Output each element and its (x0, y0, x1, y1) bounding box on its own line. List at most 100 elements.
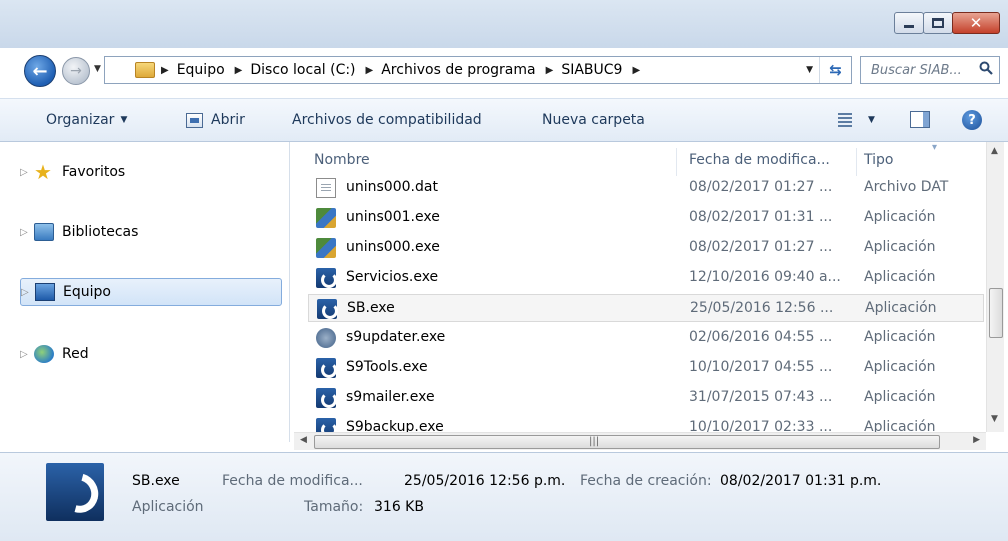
views-icon[interactable] (838, 113, 852, 127)
history-dropdown-icon[interactable]: ▼ (94, 64, 101, 74)
details-pane: SB.exe Aplicación Fecha de modifica... 2… (0, 452, 1008, 541)
search-placeholder: Buscar SIAB... (871, 62, 962, 78)
sidebar-item-favoritos[interactable]: ▷ ★ Favoritos (20, 158, 282, 186)
open-button[interactable]: Abrir (186, 112, 245, 128)
breadcrumb-equipo[interactable]: Equipo (177, 62, 225, 78)
table-row[interactable]: Servicios.exe 12/10/2016 09:40 a... Apli… (308, 264, 984, 292)
scroll-up-icon[interactable]: ▲ (991, 146, 998, 156)
libraries-icon (34, 223, 54, 241)
sidebar-item-label: Equipo (63, 284, 111, 300)
preview-pane-icon[interactable] (910, 111, 930, 128)
chevron-right-icon[interactable]: ▶ (632, 65, 640, 76)
new-folder-label: Nueva carpeta (542, 112, 645, 128)
sidebar-item-label: Favoritos (62, 164, 126, 180)
sidebar-item-bibliotecas[interactable]: ▷ Bibliotecas (20, 218, 282, 246)
column-header-date[interactable]: Fecha de modifica... (689, 152, 830, 168)
grip-icon: ||| (589, 436, 600, 447)
compatibility-files-button[interactable]: Archivos de compatibilidad (292, 112, 482, 128)
back-button[interactable]: ← (24, 55, 56, 87)
compatibility-files-label: Archivos de compatibilidad (292, 112, 482, 128)
maximize-icon (932, 18, 944, 28)
table-row[interactable]: unins001.exe 08/02/2017 01:31 ... Aplica… (308, 204, 984, 232)
expand-arrow-icon[interactable]: ▷ (20, 227, 34, 238)
scrollbar-thumb[interactable]: ||| (314, 435, 940, 449)
file-type: Archivo DAT (864, 179, 949, 195)
column-divider[interactable] (856, 148, 857, 176)
search-input[interactable]: Buscar SIAB... (860, 56, 1000, 84)
column-header-type[interactable]: Tipo (864, 152, 893, 168)
siabuc-app-icon (317, 299, 338, 319)
breadcrumb-siabuc9[interactable]: SIABUC9 (561, 62, 622, 78)
details-modified-value: 25/05/2016 12:56 p.m. (404, 473, 566, 489)
horizontal-scrollbar[interactable]: ◀ ||| ▶ (294, 432, 986, 450)
chevron-right-icon[interactable]: ▶ (546, 65, 554, 76)
vertical-scrollbar[interactable]: ▲ ▼ (986, 142, 1004, 432)
navigation-pane: ▷ ★ Favoritos ▷ Bibliotecas ▷ Equipo ▷ R… (0, 142, 290, 442)
views-dropdown-icon[interactable]: ▼ (868, 115, 875, 125)
breadcrumb-disco-local[interactable]: Disco local (C:) (250, 62, 355, 78)
siabuc-app-icon (316, 388, 337, 408)
address-bar[interactable]: ▶ Equipo ▶ Disco local (C:) ▶ Archivos d… (104, 56, 852, 84)
breadcrumb: ▶ Equipo ▶ Disco local (C:) ▶ Archivos d… (161, 62, 648, 78)
table-row[interactable]: unins000.exe 08/02/2017 01:27 ... Aplica… (308, 234, 984, 262)
folder-icon (135, 62, 155, 78)
file-date: 12/10/2016 09:40 a... (689, 269, 841, 285)
refresh-button[interactable]: ⇆ (819, 57, 851, 83)
help-icon[interactable]: ? (962, 110, 982, 130)
help-glyph: ? (968, 112, 976, 128)
maximize-button[interactable] (923, 12, 953, 34)
star-icon: ★ (34, 160, 52, 184)
file-date: 02/06/2016 04:55 ... (689, 329, 833, 345)
file-date: 10/10/2017 02:33 ... (689, 419, 833, 432)
open-label: Abrir (211, 112, 245, 128)
scrollbar-thumb[interactable] (989, 288, 1003, 338)
organize-button[interactable]: Organizar ▼ (46, 112, 127, 128)
forward-button[interactable]: → (62, 57, 90, 85)
file-date: 08/02/2017 01:27 ... (689, 239, 833, 255)
column-header-name[interactable]: Nombre (314, 152, 370, 168)
scroll-left-icon[interactable]: ◀ (300, 435, 307, 445)
siabuc-app-icon (316, 358, 337, 378)
breadcrumb-archivos-de-programa[interactable]: Archivos de programa (381, 62, 535, 78)
file-name: S9backup.exe (346, 419, 444, 432)
sort-arrow-icon: ▾ (932, 142, 938, 153)
table-row[interactable]: S9backup.exe 10/10/2017 02:33 ... Aplica… (308, 414, 984, 432)
table-row[interactable]: S9Tools.exe 10/10/2017 04:55 ... Aplicac… (308, 354, 984, 382)
file-type: Aplicación (864, 269, 936, 285)
minimize-button[interactable] (894, 12, 924, 34)
minimize-icon (904, 24, 914, 28)
siabuc-app-icon (316, 268, 337, 288)
expand-arrow-icon[interactable]: ▷ (20, 167, 34, 178)
file-date: 08/02/2017 01:31 ... (689, 209, 833, 225)
file-name: s9updater.exe (346, 329, 446, 345)
chevron-right-icon[interactable]: ▶ (235, 65, 243, 76)
table-row[interactable]: s9updater.exe 02/06/2016 04:55 ... Aplic… (308, 324, 984, 352)
table-row-selected[interactable]: SB.exe 25/05/2016 12:56 ... Aplicación (308, 294, 984, 322)
back-arrow-icon: ← (32, 60, 48, 82)
chevron-right-icon[interactable]: ▶ (161, 65, 169, 76)
close-button[interactable]: ✕ (952, 12, 1000, 34)
table-row[interactable]: s9mailer.exe 31/07/2015 07:43 ... Aplica… (308, 384, 984, 412)
updater-icon (316, 328, 336, 348)
forward-arrow-icon: → (70, 63, 82, 79)
computer-icon (35, 283, 55, 301)
column-divider[interactable] (676, 148, 677, 176)
expand-arrow-icon[interactable]: ▷ (20, 349, 34, 360)
installer-icon (316, 238, 336, 258)
details-size-label: Tamaño: (304, 499, 364, 515)
scroll-right-icon[interactable]: ▶ (973, 435, 980, 445)
sidebar-item-red[interactable]: ▷ Red (20, 340, 282, 368)
search-icon[interactable] (979, 61, 993, 75)
scroll-down-icon[interactable]: ▼ (991, 414, 998, 424)
chevron-right-icon[interactable]: ▶ (366, 65, 374, 76)
file-type: Aplicación (864, 329, 936, 345)
file-list: Nombre Fecha de modifica... Tipo ▾ unins… (292, 142, 988, 432)
siabuc-app-icon (316, 418, 337, 432)
new-folder-button[interactable]: Nueva carpeta (542, 112, 645, 128)
expand-arrow-icon[interactable]: ▷ (21, 287, 35, 298)
sidebar-item-equipo[interactable]: ▷ Equipo (20, 278, 282, 306)
table-row[interactable]: unins000.dat 08/02/2017 01:27 ... Archiv… (308, 174, 984, 202)
open-icon (186, 112, 203, 128)
file-type: Aplicación (864, 419, 936, 432)
address-dropdown-icon[interactable]: ▼ (806, 65, 813, 75)
